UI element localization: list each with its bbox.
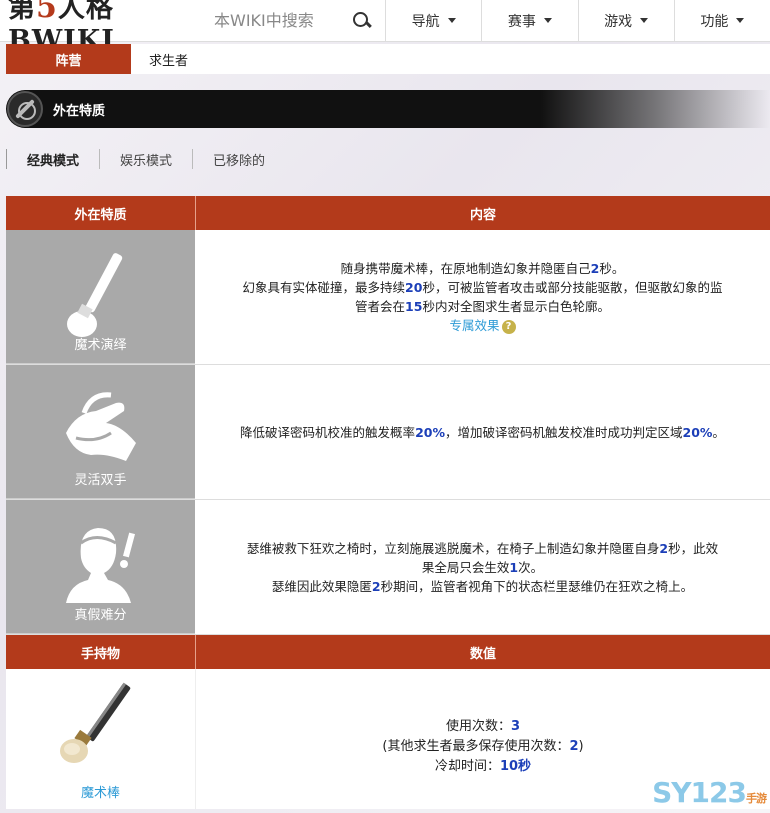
search-icon[interactable] — [353, 11, 371, 30]
item-cell: 魔术棒 — [6, 669, 195, 809]
exclusive-effect-link[interactable]: 专属效果 — [449, 318, 499, 333]
item-table-header: 手持物 数值 — [6, 635, 770, 669]
table-row: 真假难分 瑟维被救下狂欢之椅时，立刻施展逃脱魔术，在椅子上制造幻象并隐匿自身2秒… — [6, 500, 770, 635]
nav-game[interactable]: 游戏 — [577, 0, 674, 42]
site-logo[interactable]: 第5人格BWIKI — [0, 0, 190, 56]
top-bar: 第5人格BWIKI 导航 赛事 游戏 功能 — [0, 0, 770, 56]
col-header-handheld: 手持物 — [6, 635, 195, 669]
chevron-down-icon — [640, 18, 649, 23]
tab-removed[interactable]: 已移除的 — [192, 149, 285, 169]
tab-classic[interactable]: 经典模式 — [6, 149, 99, 169]
item-name-link[interactable]: 魔术棒 — [81, 782, 120, 801]
section-header: 外在特质 — [6, 90, 770, 128]
table-row: 魔术演绎 随身携带魔术棒，在原地制造幻象并隐匿自己2秒。 幻象具有实体碰撞，最多… — [6, 230, 770, 365]
nav-menu: 导航 赛事 游戏 功能 — [385, 0, 770, 42]
traits-table: 外在特质 内容 魔术演绎 随身携带魔术棒，在原地制造幻象并隐匿自己2秒。 幻象具… — [6, 196, 770, 809]
trait-cell: 真假难分 — [6, 500, 195, 634]
trait-content: 瑟维被救下狂欢之椅时，立刻施展逃脱魔术，在椅子上制造幻象并隐匿自身2秒，此效 果… — [246, 540, 719, 594]
nav-functions[interactable]: 功能 — [673, 0, 770, 42]
watermark: SY123手游 — [652, 776, 767, 809]
dexterous-hands-icon — [65, 392, 136, 461]
search-box — [190, 0, 385, 42]
chevron-down-icon — [543, 18, 552, 23]
search-input[interactable] — [214, 11, 344, 30]
magic-wand-icon — [66, 253, 122, 337]
help-icon[interactable]: ? — [501, 319, 516, 334]
nav-events[interactable]: 赛事 — [481, 0, 577, 42]
trait-content: 随身携带魔术棒，在原地制造幻象并隐匿自己2秒。 幻象具有实体碰撞，最多持续20秒… — [242, 261, 723, 334]
tab-entertainment[interactable]: 娱乐模式 — [99, 149, 192, 169]
table-row: 灵活双手 降低破译密码机校准的触发概率20%，增加破译密码机触发校准时成功判定区… — [6, 365, 770, 500]
section-title: 外在特质 — [53, 103, 106, 119]
mode-tabs: 经典模式 娱乐模式 已移除的 — [6, 146, 285, 172]
nav-guide[interactable]: 导航 — [385, 0, 481, 42]
chevron-down-icon — [447, 18, 456, 23]
section-emblem-icon — [7, 91, 43, 127]
trait-cell: 灵活双手 — [6, 365, 195, 499]
magic-wand-icon — [60, 682, 131, 763]
table-header: 外在特质 内容 — [6, 196, 770, 230]
trait-content: 降低破译密码机校准的触发概率20%，增加破译密码机触发校准时成功判定区域20%。 — [240, 424, 725, 440]
chevron-down-icon — [736, 18, 745, 23]
person-exclaim-icon — [65, 528, 135, 603]
col-header-values: 数值 — [195, 635, 770, 669]
col-header-content: 内容 — [195, 196, 770, 230]
trait-cell: 魔术演绎 — [6, 230, 195, 364]
camp-row: 阵营 求生者 — [6, 44, 770, 74]
camp-label: 阵营 — [6, 44, 131, 74]
camp-value: 求生者 — [149, 53, 189, 69]
col-header-trait: 外在特质 — [6, 196, 195, 230]
